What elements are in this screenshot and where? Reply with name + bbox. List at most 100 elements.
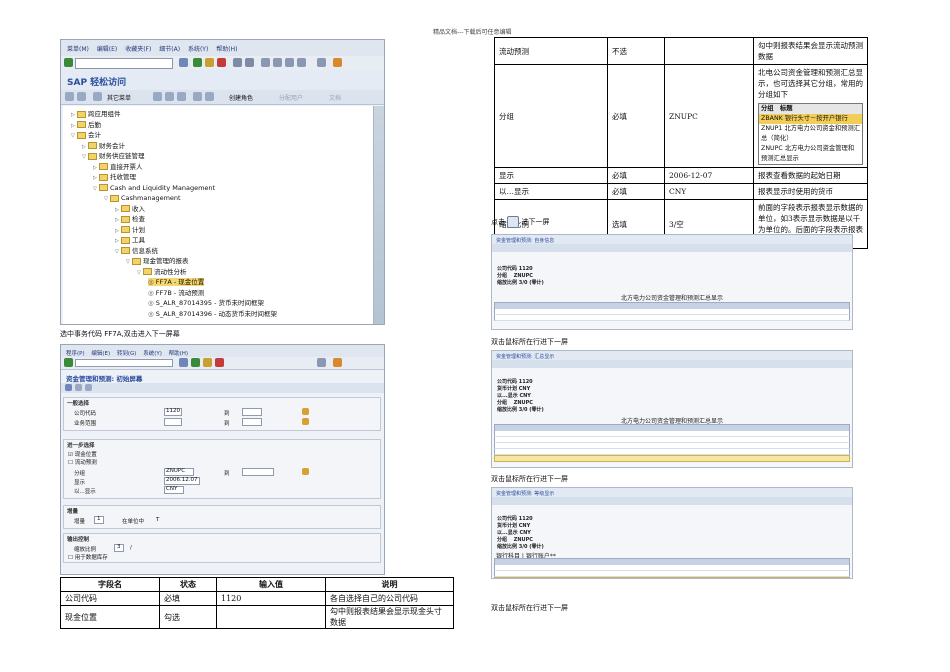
caption-click: 点击 进下一屏 [491, 216, 550, 228]
print-icon[interactable] [233, 58, 242, 67]
cancel-icon[interactable] [215, 358, 224, 367]
tree-node[interactable]: ▷ 检查 [115, 215, 145, 224]
move-down-icon[interactable] [193, 92, 202, 101]
documentation-button[interactable]: 文档 [329, 93, 341, 102]
new-session-icon[interactable] [317, 58, 326, 67]
multiple-selection-icon[interactable] [302, 408, 309, 415]
grouping-list-item[interactable]: ZNUP1 北方电力公司资金和预测汇总（简化） [759, 124, 862, 144]
page-next-icon[interactable] [285, 58, 294, 67]
table-row[interactable] [494, 315, 850, 321]
grouping-to-input[interactable] [242, 468, 274, 476]
tree-node[interactable]: ▽ 会计 [71, 131, 101, 140]
tree-node[interactable]: ▽ 信息系统 [115, 247, 158, 256]
back-icon[interactable] [191, 358, 200, 367]
multiple-selection-icon[interactable] [302, 418, 309, 425]
favorites-icon[interactable] [65, 92, 74, 101]
grouping-input[interactable]: ZNUPC [164, 468, 194, 476]
tree-node[interactable]: ▷ 托收管理 [93, 173, 136, 182]
database-checkbox[interactable]: ☐ 用于数据库存 [68, 553, 108, 561]
variant-icon[interactable] [75, 384, 82, 391]
info-icon[interactable] [85, 384, 92, 391]
tree-node[interactable]: ▽ Cashmanagement [104, 194, 181, 203]
exit-icon[interactable] [203, 358, 212, 367]
page-prev-icon[interactable] [273, 58, 282, 67]
new-session-icon[interactable] [317, 358, 326, 367]
tree-node[interactable]: ▽ Cash and Liquidity Management [93, 184, 215, 193]
menu-item[interactable]: 帮助(H) [216, 44, 237, 53]
execute-icon[interactable] [65, 384, 72, 391]
add-favorite-icon[interactable] [153, 92, 162, 101]
change-favorite-icon[interactable] [177, 92, 186, 101]
sap-menu-icon[interactable] [93, 92, 102, 101]
unit-value[interactable]: T [156, 517, 159, 523]
tree-node[interactable]: ◎ FF7A - 现金位置 [148, 278, 205, 286]
tree-node[interactable]: ▷ 计划 [115, 226, 145, 235]
report-toolbar [492, 360, 852, 368]
tree-node-label: FF7B - 流动预测 [155, 288, 205, 297]
exit-icon[interactable] [205, 58, 214, 67]
command-field[interactable] [75, 58, 173, 69]
help-icon[interactable] [333, 58, 342, 67]
grouping-list-item[interactable]: ZNUPC 北方电力公司资金管理和预测汇总显示 [759, 144, 862, 164]
business-area-to-input[interactable] [242, 418, 262, 426]
back-icon[interactable] [193, 58, 202, 67]
other-menu-button[interactable]: 其它菜单 [107, 93, 131, 102]
user-menu-icon[interactable] [77, 92, 86, 101]
scaling-input[interactable]: 3 [114, 544, 124, 552]
tree-node[interactable]: ▷ 财务会计 [82, 142, 125, 151]
tree-node[interactable]: ▽ 流动性分析 [137, 268, 187, 277]
move-up-icon[interactable] [205, 92, 214, 101]
create-role-button[interactable]: 创建角色 [229, 93, 253, 102]
display-date-input[interactable]: 2006.12.07 [164, 477, 200, 485]
grouping-list-item[interactable]: ZBANK 银行头寸－按开户银行 [759, 114, 862, 124]
table-row[interactable] [494, 455, 850, 462]
menu-item[interactable]: 程序(P) [66, 349, 85, 357]
tree-node[interactable]: ▷ 收入 [115, 205, 145, 214]
menu-item[interactable]: 收藏夹(F) [125, 44, 151, 53]
menu-item[interactable]: 系统(Y) [188, 44, 208, 53]
company-code-input[interactable]: 1120 [164, 408, 182, 416]
tree-node[interactable]: ▽ 财务供应链管理 [82, 152, 145, 161]
cancel-icon[interactable] [217, 58, 226, 67]
tree-node[interactable]: ◎ S_ALR_87014395 - 货币未时间框架 [148, 299, 264, 307]
increment-input[interactable]: 1 [94, 516, 104, 524]
tree-node[interactable]: ▷ 后勤 [71, 121, 101, 130]
menu-item[interactable]: 编辑(E) [91, 349, 110, 357]
multiple-selection-icon[interactable] [302, 468, 309, 475]
menu-item[interactable]: 转到(G) [117, 349, 137, 357]
menu-item[interactable]: 系统(Y) [143, 349, 162, 357]
business-area-input[interactable] [164, 418, 182, 426]
tree-node[interactable]: ▷ 直接开票人 [93, 163, 143, 172]
liquidity-forecast-checkbox[interactable]: ☐ 流动预测 [68, 458, 97, 466]
table-cell [664, 37, 754, 65]
enter-icon[interactable] [64, 358, 73, 367]
command-field[interactable] [75, 359, 173, 367]
assign-user-button[interactable]: 分配用户 [279, 93, 303, 102]
cash-position-checkbox[interactable]: ☑ 现金位置 [68, 450, 97, 458]
folder-icon [121, 205, 130, 212]
decorative-image [374, 106, 384, 324]
menu-item[interactable]: 帮助(H) [169, 349, 188, 357]
tree-node[interactable]: ▷ 工具 [115, 236, 145, 245]
save-icon[interactable] [179, 358, 188, 367]
table-row[interactable] [494, 577, 850, 578]
company-code-to-input[interactable] [242, 408, 262, 416]
table-header-row: 字段名 状态 输入值 说明 [60, 577, 454, 592]
help-icon[interactable] [333, 358, 342, 367]
save-icon[interactable] [179, 58, 188, 67]
tree-node[interactable]: ◎ S_ALR_87014396 - 动态货币未时间框架 [148, 310, 277, 318]
tree-node[interactable]: ◎ FF7B - 流动预测 [148, 289, 204, 297]
page-last-icon[interactable] [297, 58, 306, 67]
menu-item[interactable]: 细节(A) [159, 44, 180, 53]
menu-item[interactable]: 菜单(M) [67, 44, 89, 53]
caption-3: 双击鼠标所在行进下一屏 [491, 475, 568, 483]
page-first-icon[interactable] [261, 58, 270, 67]
find-icon[interactable] [245, 58, 254, 67]
tree-node[interactable]: ▷ 跨应用组件 [71, 110, 121, 119]
delete-favorite-icon[interactable] [165, 92, 174, 101]
menu-item[interactable]: 编辑(E) [97, 44, 117, 53]
enter-icon[interactable] [64, 58, 73, 67]
display-currency-input[interactable]: CNY [164, 486, 184, 494]
tree-node-label: 直接开票人 [110, 162, 143, 171]
tree-node[interactable]: ▽ 现金管理的报表 [126, 257, 189, 266]
